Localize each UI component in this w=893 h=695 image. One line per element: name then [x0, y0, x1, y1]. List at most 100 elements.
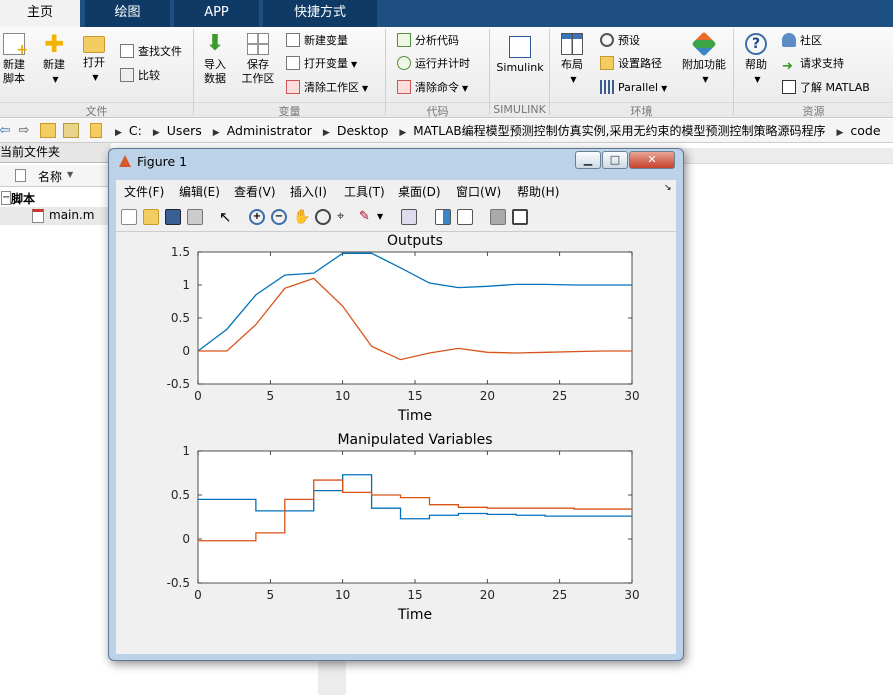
- breadcrumb-item[interactable]: Desktop: [337, 123, 389, 138]
- find-files-button[interactable]: 查找文件: [120, 42, 182, 62]
- current-folder-panel: 当前文件夹 名称 ▼ − 脚本 main.m: [0, 143, 111, 695]
- clear-commands-button[interactable]: 清除命令 ▼: [397, 78, 468, 98]
- new-script-button[interactable]: + 新建 脚本: [0, 33, 31, 86]
- set-path-button[interactable]: 设置路径: [600, 54, 662, 74]
- help-button[interactable]: ? 帮助 ▼: [739, 33, 773, 87]
- collapse-icon[interactable]: −: [1, 191, 11, 205]
- tab-home[interactable]: 主页: [0, 0, 80, 27]
- y-tick-label: 1: [182, 278, 190, 292]
- group-file-label: 文件: [0, 102, 193, 118]
- import-data-button[interactable]: ⬇ 导入 数据: [198, 33, 232, 86]
- forward-arrow-icon[interactable]: ⇨: [16, 123, 32, 138]
- new-variable-button[interactable]: 新建变量: [286, 31, 348, 51]
- maximize-icon: □: [609, 153, 621, 166]
- new-button[interactable]: ✚ 新建 ▼: [37, 32, 71, 87]
- menu-file[interactable]: 文件(F): [124, 183, 164, 200]
- print-icon[interactable]: [187, 209, 203, 225]
- breadcrumb-item[interactable]: Administrator: [227, 123, 312, 138]
- zoom-in-icon[interactable]: +: [249, 209, 265, 225]
- new-figure-icon[interactable]: [121, 209, 137, 225]
- up-folder-icon[interactable]: [40, 123, 56, 138]
- breadcrumb-item[interactable]: code: [850, 123, 880, 138]
- open-button[interactable]: 打开 ▼: [77, 33, 111, 85]
- analyze-code-button[interactable]: 分析代码: [397, 31, 459, 51]
- menu-window[interactable]: 窗口(W): [456, 183, 501, 200]
- file-row[interactable]: main.m: [0, 207, 111, 225]
- save-icon[interactable]: [165, 209, 181, 225]
- close-button[interactable]: ✕: [629, 151, 675, 169]
- new-label: 新建: [43, 58, 65, 71]
- sort-down-icon[interactable]: ▼: [67, 170, 73, 179]
- brush-icon[interactable]: ✎: [359, 209, 375, 225]
- colorbar-icon[interactable]: [435, 209, 451, 225]
- pointer-icon[interactable]: ↖: [219, 209, 235, 225]
- clear-workspace-button[interactable]: 清除工作区 ▼: [286, 78, 368, 98]
- new-variable-icon: [286, 33, 300, 47]
- save-workspace-icon: [247, 33, 269, 55]
- compare-button[interactable]: 比较: [120, 66, 160, 86]
- plot-area: [197, 251, 633, 385]
- breadcrumb-item[interactable]: C:: [129, 123, 142, 138]
- menu-desktop[interactable]: 桌面(D): [398, 183, 441, 200]
- name-column-label[interactable]: 名称: [38, 168, 62, 185]
- simulink-button[interactable]: Simulink: [494, 33, 546, 75]
- menu-edit[interactable]: 编辑(E): [179, 183, 220, 200]
- group-resources-label: 资源: [734, 102, 893, 118]
- analyze-code-label: 分析代码: [415, 34, 459, 47]
- maximize-button[interactable]: □: [602, 151, 628, 169]
- simulink-label: Simulink: [496, 61, 544, 74]
- clear-commands-icon: [397, 80, 411, 94]
- community-button[interactable]: 社区: [782, 31, 822, 51]
- x-axis-label: Time: [397, 607, 432, 623]
- learn-matlab-button[interactable]: 了解 MATLAB: [782, 78, 870, 98]
- matlab-logo-icon: [119, 155, 131, 167]
- menu-insert[interactable]: 插入(I): [290, 183, 327, 200]
- request-support-button[interactable]: ➜ 请求支持: [782, 54, 844, 74]
- save-workspace-button[interactable]: 保存 工作区: [239, 33, 277, 86]
- tab-apps[interactable]: APP: [174, 0, 259, 27]
- breadcrumb-item[interactable]: MATLAB编程模型预测控制仿真实例,采用无约束的模型预测控制策略源码程序: [413, 124, 825, 138]
- rotate-icon[interactable]: [315, 209, 331, 225]
- link-plot-icon[interactable]: [401, 209, 417, 225]
- breadcrumb-item[interactable]: Users: [167, 123, 202, 138]
- back-arrow-icon[interactable]: ⇦: [0, 123, 13, 138]
- open-variable-button[interactable]: 打开变量 ▼: [286, 54, 357, 74]
- tab-shortcuts[interactable]: 快捷方式: [263, 0, 377, 27]
- chevron-down-icon: ▼: [754, 75, 761, 84]
- new-script-icon: +: [3, 33, 28, 57]
- gear-icon: [600, 33, 614, 47]
- save-workspace-label: 保存 工作区: [241, 58, 275, 85]
- figure-window: Figure 1 ▁ □ ✕ 文件(F) 编辑(E) 查看(V) 插入(I) 工…: [108, 148, 684, 661]
- hide-plot-tools-icon[interactable]: [490, 209, 506, 225]
- show-plot-tools-icon[interactable]: [512, 209, 528, 225]
- menu-view[interactable]: 查看(V): [234, 183, 276, 200]
- parallel-label: Parallel: [618, 81, 659, 94]
- close-icon: ✕: [647, 153, 657, 166]
- menu-tools[interactable]: 工具(T): [344, 183, 385, 200]
- add-ons-button[interactable]: 附加功能 ▼: [680, 31, 728, 87]
- x-tick-label: 5: [267, 588, 275, 602]
- parallel-button[interactable]: Parallel ▼: [600, 78, 667, 98]
- minimize-button[interactable]: ▁: [575, 151, 601, 169]
- chevron-down-icon[interactable]: ▼: [377, 209, 385, 225]
- clear-commands-label: 清除命令: [415, 81, 459, 94]
- open-file-icon[interactable]: [143, 209, 159, 225]
- pan-icon[interactable]: ✋: [293, 209, 310, 225]
- y-tick-label: -0.5: [167, 576, 190, 590]
- tab-plots[interactable]: 绘图: [85, 0, 170, 27]
- run-and-time-button[interactable]: 运行并计时: [397, 54, 470, 74]
- layout-button[interactable]: 布局 ▼: [555, 33, 589, 87]
- browse-folder-icon[interactable]: [63, 123, 79, 138]
- new-variable-label: 新建变量: [304, 34, 348, 47]
- legend-icon[interactable]: [457, 209, 473, 225]
- preferences-button[interactable]: 预设: [600, 31, 640, 51]
- folder-row[interactable]: − 脚本: [0, 189, 111, 207]
- open-variable-icon: [286, 56, 300, 70]
- data-cursor-icon[interactable]: ⌖: [337, 209, 353, 225]
- menu-help[interactable]: 帮助(H): [517, 183, 559, 200]
- dock-arrow-icon[interactable]: ↘: [664, 183, 672, 193]
- zoom-out-icon[interactable]: −: [271, 209, 287, 225]
- figure-title: Figure 1: [137, 154, 188, 169]
- chevron-down-icon: ▼: [92, 73, 99, 82]
- plot-area: [197, 450, 633, 584]
